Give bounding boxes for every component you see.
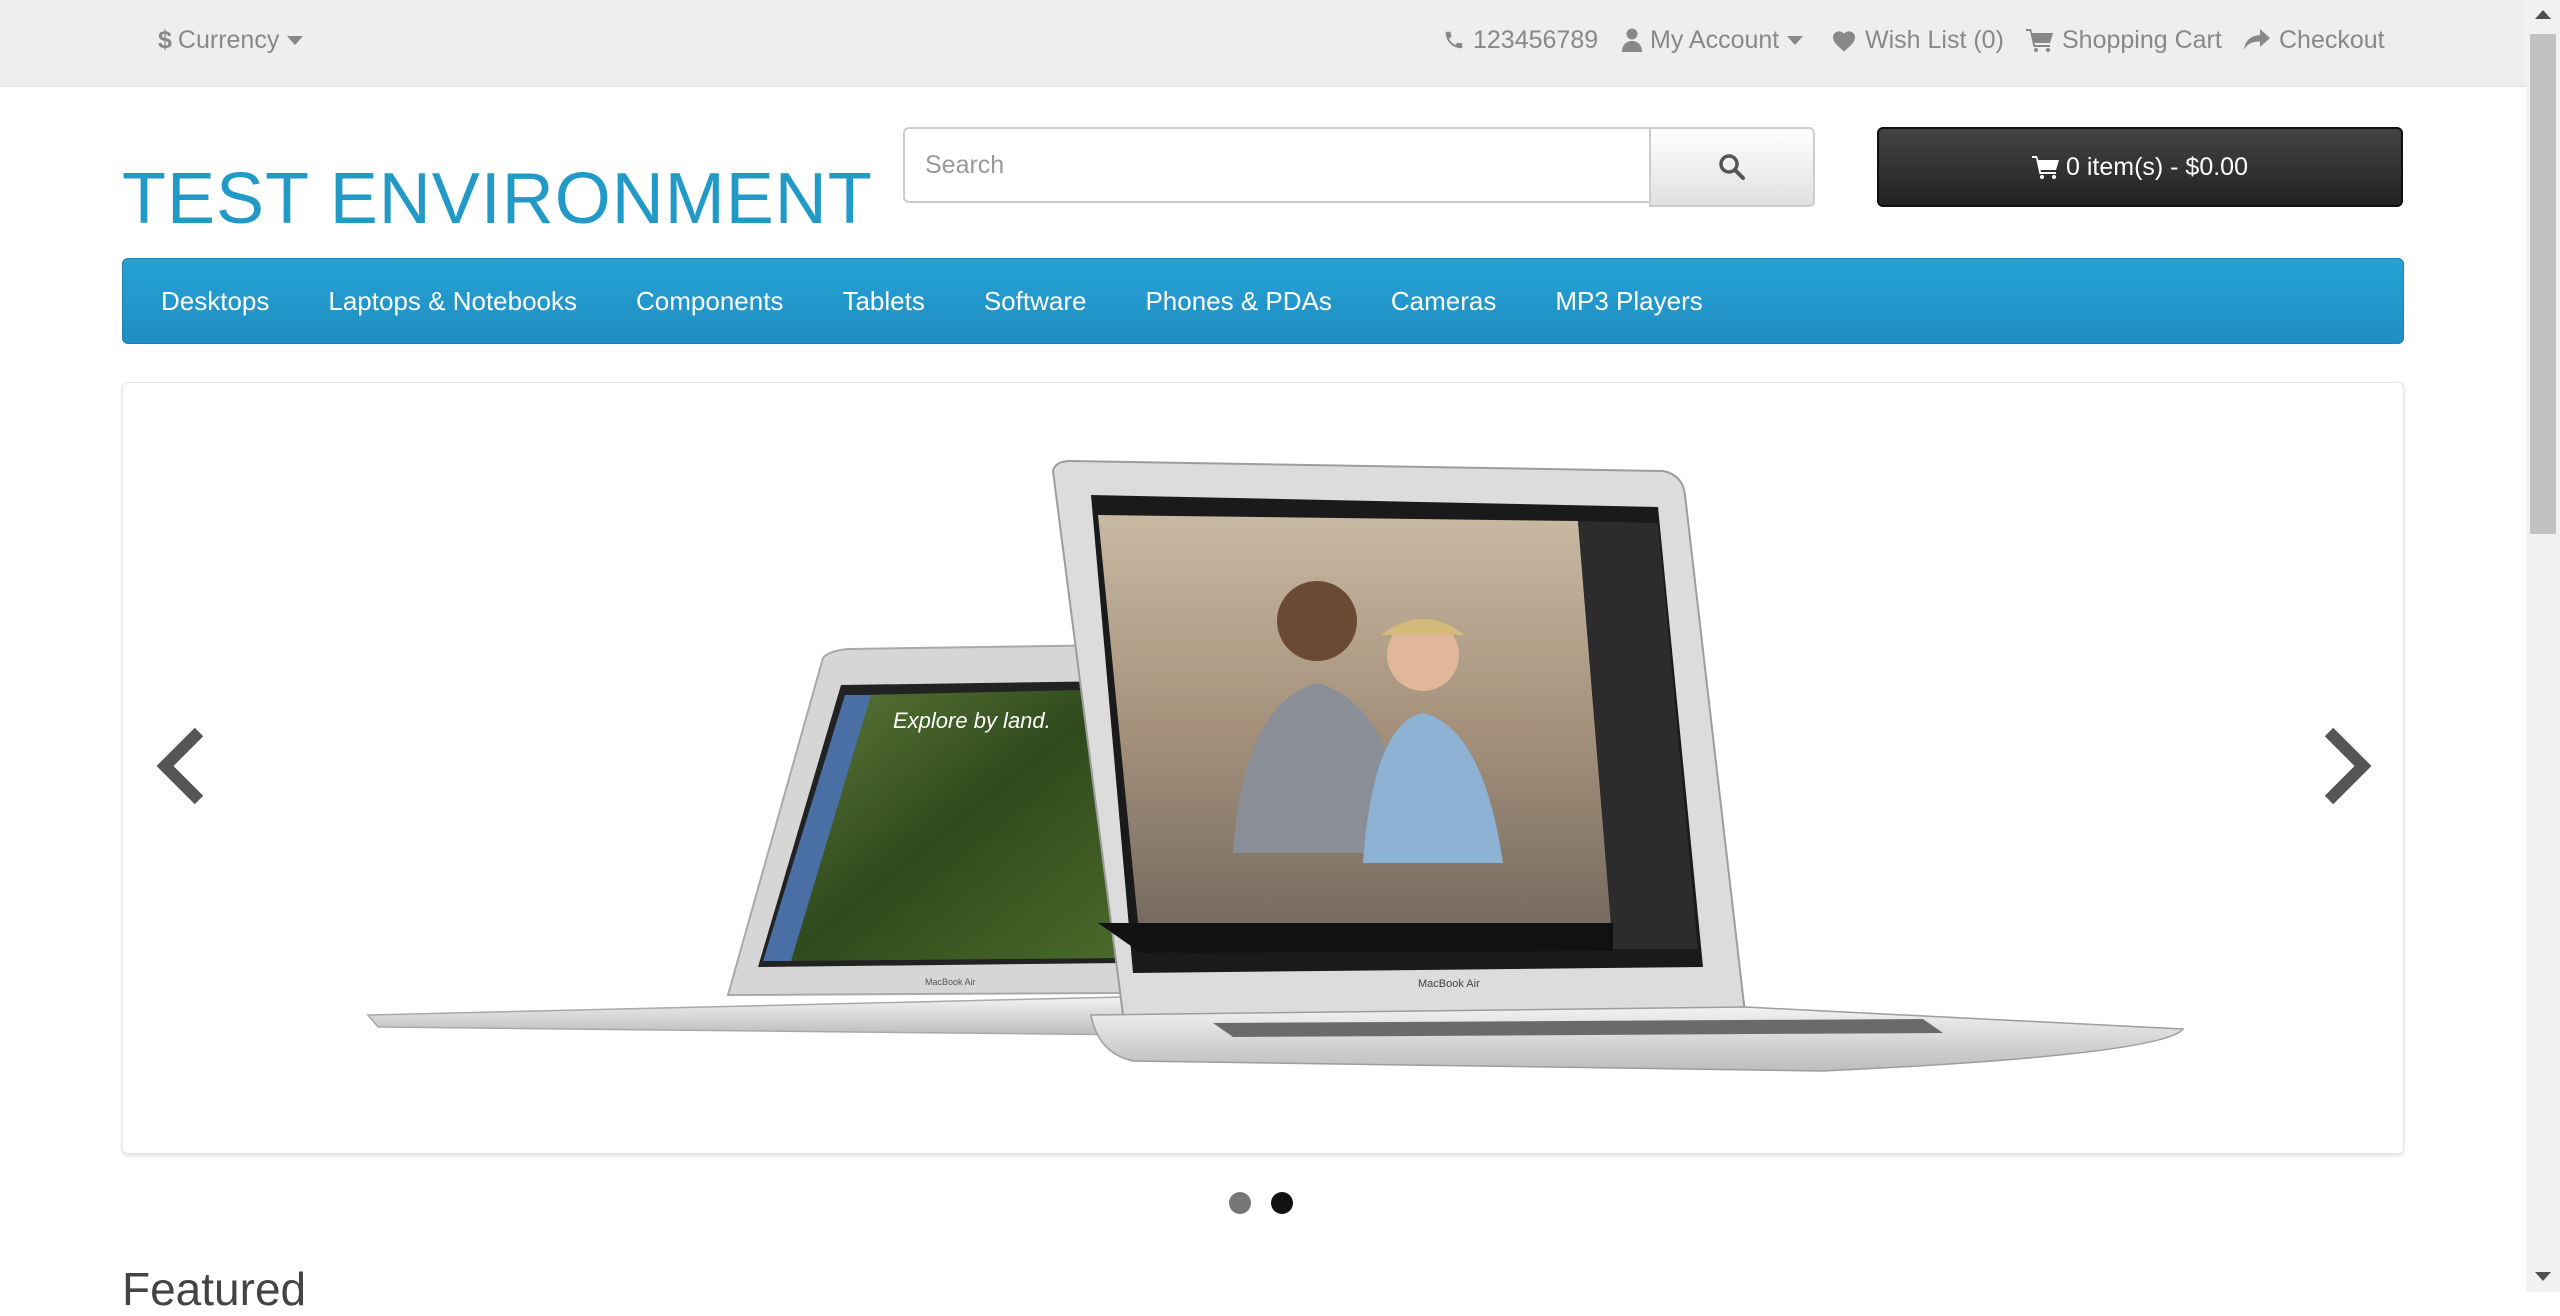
phone-number: 123456789 [1473,25,1599,54]
checkout-label: Checkout [2279,25,2385,54]
share-icon [2244,29,2270,50]
menu-item-tablets[interactable]: Tablets [842,286,924,317]
shopping-cart-label: Shopping Cart [2062,25,2222,54]
scroll-up-icon[interactable] [2535,10,2551,19]
category-menu: Desktops Laptops & Notebooks Components … [122,258,2404,344]
my-account-label: My Account [1650,25,1780,54]
caret-down-icon [287,35,304,45]
chevron-right-icon [2324,727,2372,805]
cart-icon [2026,29,2053,52]
slide-tagline: Explore by land. [893,708,1051,733]
menu-item-phones-pdas[interactable]: Phones & PDAs [1145,286,1331,317]
checkout-link[interactable]: Checkout [2243,0,2385,80]
menu-item-laptops-notebooks[interactable]: Laptops & Notebooks [328,286,577,317]
back-laptop-brand-text: MacBook Air [925,977,976,987]
menu-item-software[interactable]: Software [984,286,1087,317]
slide-image-macbook-air: Explore by land. MacBook Air MacBook Air [366,459,2185,1072]
featured-heading: Featured [122,1263,307,1315]
chevron-left-icon [156,727,204,805]
menu-item-components[interactable]: Components [636,286,783,317]
search-input[interactable] [903,127,1649,203]
menu-item-desktops[interactable]: Desktops [161,286,269,317]
cart-button[interactable]: 0 item(s) - $0.00 [1877,127,2403,207]
shopping-cart-link[interactable]: Shopping Cart [2026,0,2222,80]
wishlist-label: Wish List (0) [1865,25,2004,54]
user-icon [1622,28,1642,52]
scroll-down-icon[interactable] [2535,1272,2551,1281]
search-button[interactable] [1649,127,1815,207]
cart-icon [2031,156,2059,179]
my-account-dropdown[interactable]: My Account [1622,0,1804,80]
menu-item-mp3-players[interactable]: MP3 Players [1555,286,1702,317]
top-bar: $ Currency 123456789 My Account Wish Lis… [0,0,2560,87]
slide-next-button[interactable] [2319,726,2375,811]
phone-icon [1445,31,1463,49]
dollar-icon: $ [158,25,172,54]
slide-prev-button[interactable] [153,726,209,811]
cart-total: 0 item(s) - $0.00 [2065,152,2248,181]
menu-item-cameras[interactable]: Cameras [1391,286,1496,317]
currency-dropdown[interactable]: $ Currency [158,0,304,80]
store-logo[interactable]: TEST ENVIRONMENT [122,158,873,240]
heart-icon [1833,30,1855,51]
search-group [903,127,1815,207]
pager-dot-2-active[interactable] [1271,1192,1293,1214]
front-laptop-brand-text: MacBook Air [1418,978,1480,990]
page-scrollbar[interactable] [2526,0,2560,1292]
caret-down-icon [1787,35,1804,45]
pager-dot-1[interactable] [1229,1192,1251,1214]
currency-label: Currency [177,25,280,54]
slideshow: Explore by land. MacBook Air MacBook Air [122,382,2404,1154]
phone-link[interactable]: 123456789 [1443,0,1598,80]
wishlist-link[interactable]: Wish List (0) [1831,0,2004,80]
scrollbar-thumb[interactable] [2530,34,2556,534]
slideshow-pager [1229,1192,1313,1214]
search-icon [1719,154,1745,180]
